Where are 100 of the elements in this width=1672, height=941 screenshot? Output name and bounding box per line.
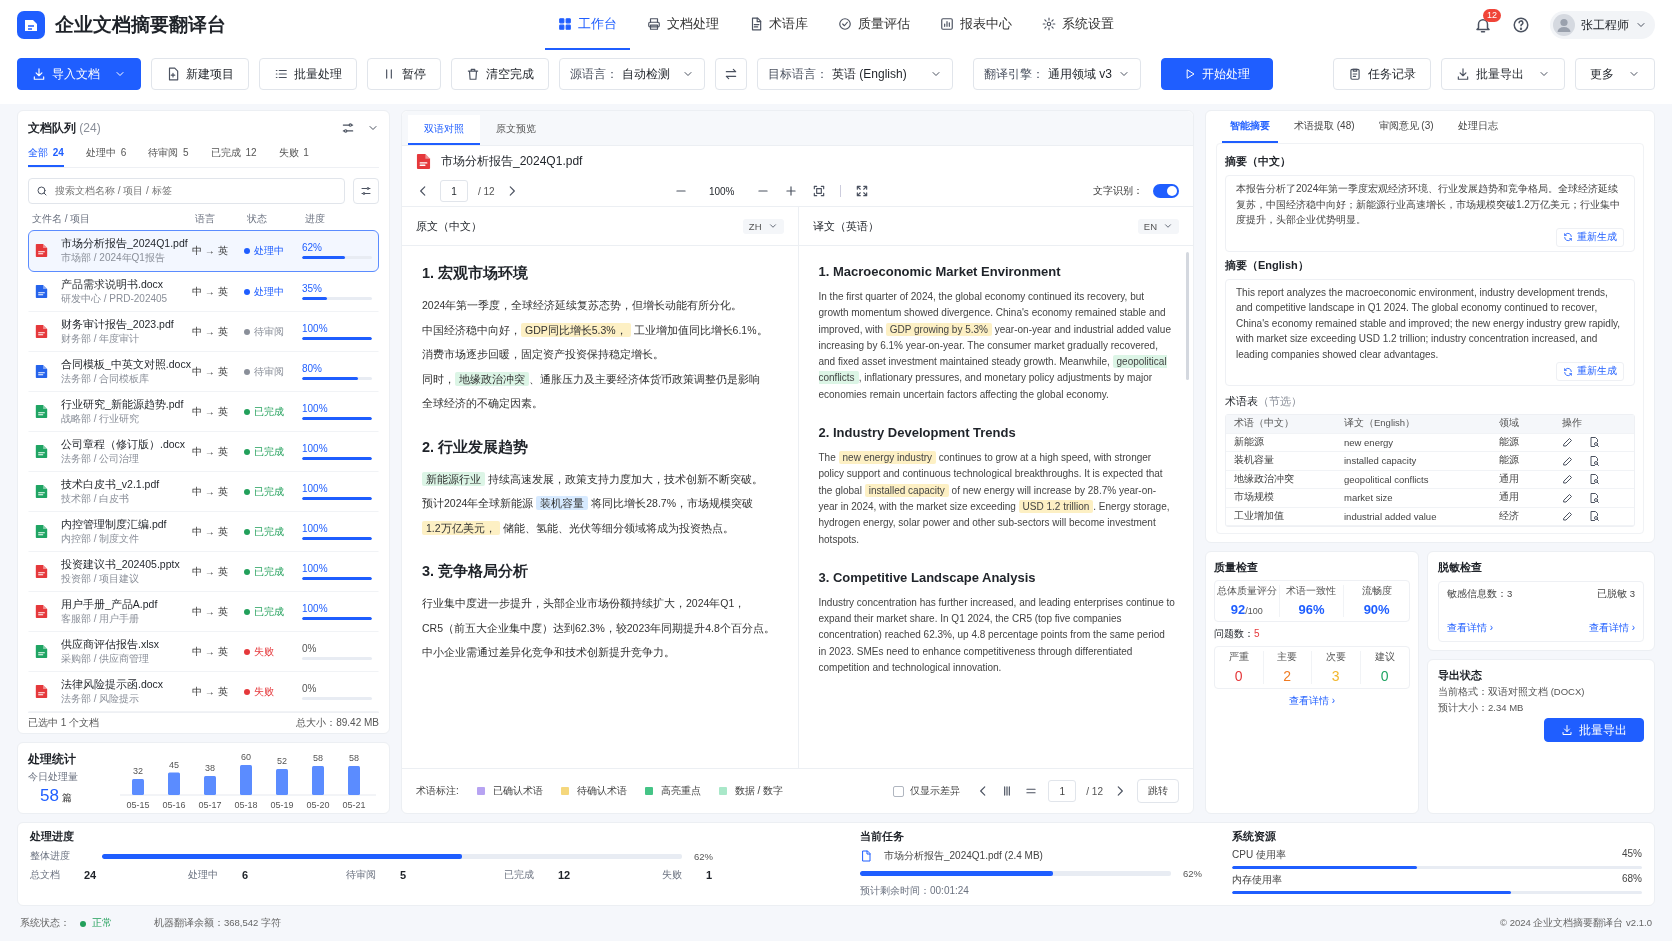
source-language-select[interactable]: 源语言： 自动检测 bbox=[559, 58, 705, 90]
file-search-icon[interactable] bbox=[1588, 473, 1600, 486]
insight-tab[interactable]: 智能摘要 bbox=[1222, 111, 1278, 143]
metric-value: 92/100 bbox=[1230, 602, 1263, 617]
toolbar-button[interactable]: 新建项目 bbox=[151, 58, 249, 90]
nav-tab[interactable]: 术语库 bbox=[736, 0, 821, 50]
resource-value: 45% bbox=[1622, 848, 1642, 861]
column-header: 术语（中文） bbox=[1234, 417, 1295, 431]
zoom-level: 100% bbox=[707, 185, 736, 197]
file-name: 技术白皮书_v2.1.pdf bbox=[61, 477, 161, 492]
text-line: 新能源行业 持续高速发展，政策支持力度加大，技术创新不断突破。 bbox=[422, 466, 780, 491]
summary-text: This report analyzes the macroeconomic environment, industry development trends, and competitive landscape in Q1 2024. The global economy continued to recover, China's economy remained stable and improved; the new energy industry grew rapidly, with market size exceeding USD 1.2 trillion; industry concentration increased, and leading companies showed clear advantages. bbox=[1236, 285, 1622, 362]
legend-label: 高亮重点 bbox=[660, 784, 701, 798]
document-row[interactable]: 财务审计报告_2023.pdf 财务部 / 年度审计 中 → 英 待审阅 100% bbox=[28, 311, 379, 352]
toolbar-button[interactable]: 批量处理 bbox=[259, 58, 357, 90]
toolbar-button[interactable]: 暂停 bbox=[367, 58, 441, 90]
language-pair: 中 → 英 bbox=[192, 604, 229, 619]
text-line: 同时， 地缘政治冲突 、通胀压力及主要经济体货币政策调整仍是影响 bbox=[422, 370, 761, 388]
filter-button[interactable] bbox=[353, 177, 379, 204]
export-button[interactable]: 批量导出 bbox=[1544, 718, 1644, 742]
pencil-icon[interactable] bbox=[1562, 436, 1574, 449]
insight-tab[interactable]: 审阅意见 (3) bbox=[1370, 111, 1442, 143]
swap-button[interactable] bbox=[715, 58, 747, 90]
document-row[interactable]: 技术白皮书_v2.1.pdf 技术部 / 白皮书 中 → 英 已完成 100% bbox=[28, 471, 379, 512]
sliders-icon[interactable] bbox=[341, 121, 355, 136]
pencil-icon[interactable] bbox=[1562, 510, 1574, 523]
document-row[interactable]: 用户手册_产品A.pdf 客服部 / 用户手册 中 → 英 已完成 100% bbox=[28, 591, 379, 632]
filter-tab[interactable]: 全部 24 bbox=[28, 141, 64, 167]
filter-tab[interactable]: 已完成 12 bbox=[210, 141, 257, 167]
jump-button[interactable]: 跳转 bbox=[1137, 779, 1179, 803]
document-row[interactable]: 内控管理制度汇编.pdf 内控部 / 制度文件 中 → 英 已完成 100% bbox=[28, 511, 379, 552]
nav-tab[interactable]: 报表中心 bbox=[927, 0, 1025, 50]
language-select[interactable]: ZH bbox=[742, 218, 784, 234]
insight-tab[interactable]: 术语提取 (48) bbox=[1286, 111, 1363, 143]
filter-tab[interactable]: 失败 1 bbox=[278, 141, 309, 167]
printer-icon bbox=[647, 17, 661, 31]
stat-value: 24 bbox=[84, 869, 97, 881]
details-link[interactable]: 查看详情 › bbox=[1447, 621, 1541, 635]
frame-icon[interactable] bbox=[811, 184, 826, 198]
regenerate-button[interactable]: 重新生成 bbox=[1556, 227, 1624, 247]
stat-label: 已完成 bbox=[504, 868, 534, 882]
file-name: 行业研究_新能源趋势.pdf bbox=[61, 397, 185, 412]
pencil-icon[interactable] bbox=[1562, 491, 1574, 504]
nav-tab[interactable]: 质量评估 bbox=[825, 0, 923, 50]
ocr-toggle[interactable] bbox=[1153, 184, 1179, 198]
toolbar-button[interactable]: 更多 bbox=[1575, 58, 1655, 90]
target-language-select[interactable]: 目标语言： 英语 (English) bbox=[757, 58, 953, 90]
bell-icon[interactable] bbox=[1474, 16, 1492, 34]
file-search-icon[interactable] bbox=[1588, 510, 1600, 523]
table-cell-text: 通用 bbox=[1499, 472, 1520, 486]
pencil-icon[interactable] bbox=[1562, 454, 1574, 467]
regenerate-button[interactable]: 重新生成 bbox=[1556, 362, 1624, 381]
status-label: 失败 bbox=[254, 644, 274, 659]
start-button[interactable]: 开始处理 bbox=[1161, 58, 1273, 90]
language-select[interactable]: EN bbox=[1137, 218, 1179, 234]
document-row[interactable]: 产品需求说明书.docx 研发中心 / PRD-202405 中 → 英 处理中 35% bbox=[28, 271, 379, 312]
nav-tab[interactable]: 系统设置 bbox=[1029, 0, 1127, 50]
document-title: 市场分析报告_2024Q1.pdf bbox=[441, 152, 583, 170]
engine-select[interactable]: 翻译引擎： 通用领域 v3 bbox=[973, 58, 1141, 90]
selection-count: 已选中 1 个文档 bbox=[28, 715, 100, 730]
section-heading: 2. 行业发展趋势 bbox=[422, 437, 530, 457]
severity-count: 2 bbox=[1283, 668, 1292, 684]
toolbar-button[interactable]: 任务记录 bbox=[1333, 58, 1431, 90]
progress-label: 整体进度 bbox=[30, 849, 70, 863]
pencil-icon[interactable] bbox=[1562, 473, 1574, 486]
document-row[interactable]: 投资建议书_202405.pptx 投资部 / 项目建议 中 → 英 已完成 100% bbox=[28, 551, 379, 592]
user-menu[interactable]: 张工程师 bbox=[1550, 11, 1655, 39]
chart-bar bbox=[312, 766, 324, 795]
table-cell-text: 能源 bbox=[1499, 435, 1520, 449]
filter-tab[interactable]: 待审阅 5 bbox=[148, 141, 189, 167]
search-field[interactable]: 搜索文档名称 / 项目 / 标签 bbox=[28, 177, 345, 204]
expand-icon[interactable] bbox=[854, 184, 869, 198]
details-link[interactable]: 查看详情 › bbox=[1588, 621, 1635, 635]
file-name: 公司章程（修订版）.docx bbox=[61, 437, 187, 452]
text-line: 2024年第一季度，全球经济延续复苏态势，但增长动能有所分化。 bbox=[422, 298, 744, 313]
toolbar-button[interactable]: 导入文档 bbox=[17, 58, 141, 90]
toolbar-button[interactable]: 清空完成 bbox=[451, 58, 549, 90]
file-search-icon[interactable] bbox=[1588, 491, 1600, 504]
metric-value: 90% bbox=[1363, 602, 1390, 617]
axis-label: 05-15 bbox=[126, 800, 150, 810]
document-row[interactable]: 法律风险提示函.docx 法务部 / 风险提示 中 → 英 失败 0% bbox=[28, 671, 379, 712]
document-row[interactable]: 供应商评估报告.xlsx 采购部 / 供应商管理 中 → 英 失败 0% bbox=[28, 631, 379, 672]
page-field[interactable]: 1 bbox=[1048, 780, 1077, 802]
toolbar-button[interactable]: 批量导出 bbox=[1441, 58, 1565, 90]
eta-text: 预计剩余时间：00:01:24 bbox=[860, 884, 970, 898]
details-link[interactable]: 查看详情 › bbox=[1288, 694, 1336, 708]
filter-tab[interactable]: 处理中 6 bbox=[85, 141, 127, 167]
view-tab[interactable]: 双语对照 bbox=[408, 115, 480, 145]
table-cell-text: 通用 bbox=[1499, 491, 1520, 505]
file-search-icon[interactable] bbox=[1588, 436, 1600, 449]
legend-label: 已确认术语 bbox=[492, 784, 543, 798]
file-name: 市场分析报告_2024Q1.pdf bbox=[61, 236, 189, 251]
view-tab[interactable]: 原文预览 bbox=[480, 115, 552, 145]
nav-tab[interactable]: 文档处理 bbox=[634, 0, 732, 50]
plus-icon[interactable] bbox=[783, 184, 798, 198]
page-field[interactable]: 1 bbox=[440, 180, 468, 202]
diff-checkbox[interactable]: 仅显示差异 bbox=[893, 784, 961, 798]
insight-tab[interactable]: 处理日志 bbox=[1449, 111, 1506, 143]
help-icon[interactable] bbox=[1512, 16, 1530, 34]
file-search-icon[interactable] bbox=[1588, 454, 1600, 467]
